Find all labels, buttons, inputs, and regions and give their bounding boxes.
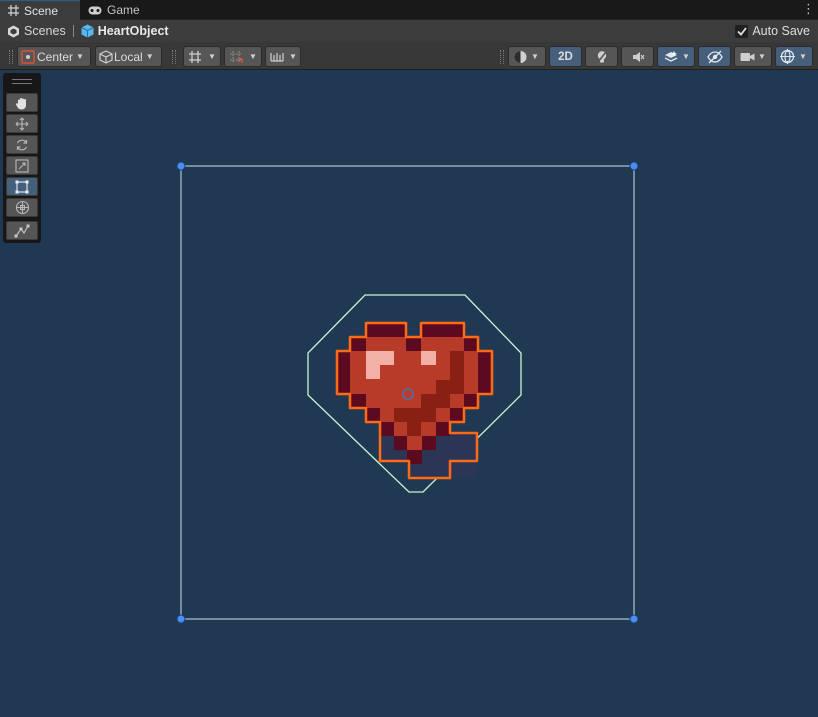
- breadcrumb-object-label: HeartObject: [97, 24, 169, 38]
- camera-dropdown[interactable]: ▼: [734, 46, 772, 67]
- heart-sprite: [335, 321, 494, 480]
- chevron-down-icon: ▼: [249, 52, 257, 61]
- tab-scene[interactable]: Scene: [0, 0, 80, 20]
- audio-mute-icon: [631, 50, 645, 64]
- lightbulb-icon: [595, 50, 609, 64]
- breadcrumb-scenes[interactable]: Scenes: [7, 24, 66, 38]
- shading-mode-button[interactable]: ▼: [508, 46, 546, 67]
- gamepad-icon: [88, 6, 102, 15]
- chevron-down-icon: ▼: [682, 52, 690, 61]
- visibility-toggle[interactable]: [698, 46, 731, 67]
- toolbar-grip[interactable]: [172, 50, 176, 64]
- space-label: Local: [114, 49, 143, 64]
- rect-handle-top-left: [176, 161, 186, 171]
- chevron-down-icon: ▼: [758, 52, 766, 61]
- breadcrumb: Scenes HeartObject Auto Save: [0, 20, 818, 42]
- more-options-icon[interactable]: ⋮: [802, 2, 815, 16]
- breadcrumb-object[interactable]: HeartObject: [80, 24, 169, 38]
- shading-sphere-icon: [513, 50, 528, 64]
- eye-hidden-icon: [706, 50, 723, 64]
- effects-layers-icon: [664, 50, 678, 64]
- tab-game-label: Game: [107, 3, 140, 17]
- pivot-center-icon: [21, 49, 35, 64]
- grid-snap-icon: [188, 50, 202, 64]
- autosave-label: Auto Save: [752, 24, 810, 38]
- breadcrumb-separator: [72, 25, 74, 37]
- hash-grid-icon: [8, 5, 19, 16]
- chevron-down-icon: ▼: [208, 52, 216, 61]
- local-cube-icon: [99, 49, 113, 64]
- autosave-checkbox[interactable]: [735, 24, 749, 38]
- ruler-icon: [270, 50, 284, 64]
- rect-handle-top-right: [629, 161, 639, 171]
- pivot-label: Center: [37, 49, 74, 64]
- breadcrumb-scenes-label: Scenes: [24, 24, 66, 38]
- mode-2d-label: 2D: [558, 50, 573, 63]
- increment-snap-button[interactable]: ▼: [224, 46, 262, 67]
- camera-icon: [740, 51, 755, 63]
- scene-canvas: [176, 161, 639, 624]
- chevron-down-icon: ▼: [145, 52, 154, 61]
- autosave-toggle[interactable]: Auto Save: [735, 24, 810, 38]
- scene-toolbar: Center ▼ Local ▼ ▼ ▼ ▼ ▼ 2D ▼ ▼ ▼: [0, 42, 818, 70]
- grid-snap-button[interactable]: ▼: [183, 46, 221, 67]
- chevron-down-icon: ▼: [289, 52, 297, 61]
- scene-viewport[interactable]: [0, 70, 818, 717]
- mode-2d-toggle[interactable]: 2D: [549, 46, 582, 67]
- increment-snap-icon: [229, 50, 243, 64]
- chevron-down-icon: ▼: [799, 52, 807, 61]
- rect-handle-bottom-left: [176, 614, 186, 624]
- tab-game[interactable]: Game: [80, 0, 148, 20]
- gizmos-globe-icon: [780, 49, 795, 64]
- audio-toggle[interactable]: [621, 46, 654, 67]
- toolbar-grip[interactable]: [500, 50, 504, 64]
- gizmos-dropdown[interactable]: ▼: [775, 46, 813, 67]
- chevron-down-icon: ▼: [76, 52, 84, 61]
- tab-scene-label: Scene: [24, 3, 59, 18]
- space-dropdown[interactable]: Local ▼: [95, 46, 162, 67]
- unity-logo-icon: [7, 25, 20, 38]
- toolbar-grip[interactable]: [9, 50, 13, 64]
- ruler-snap-button[interactable]: ▼: [265, 46, 301, 67]
- tab-bar: Scene Game ⋮: [0, 0, 818, 20]
- cube-icon: [80, 24, 94, 38]
- chevron-down-icon: ▼: [531, 52, 539, 61]
- lighting-toggle[interactable]: [585, 46, 618, 67]
- rect-handle-bottom-right: [629, 614, 639, 624]
- pivot-dropdown[interactable]: Center ▼: [17, 46, 91, 67]
- effects-dropdown[interactable]: ▼: [657, 46, 695, 67]
